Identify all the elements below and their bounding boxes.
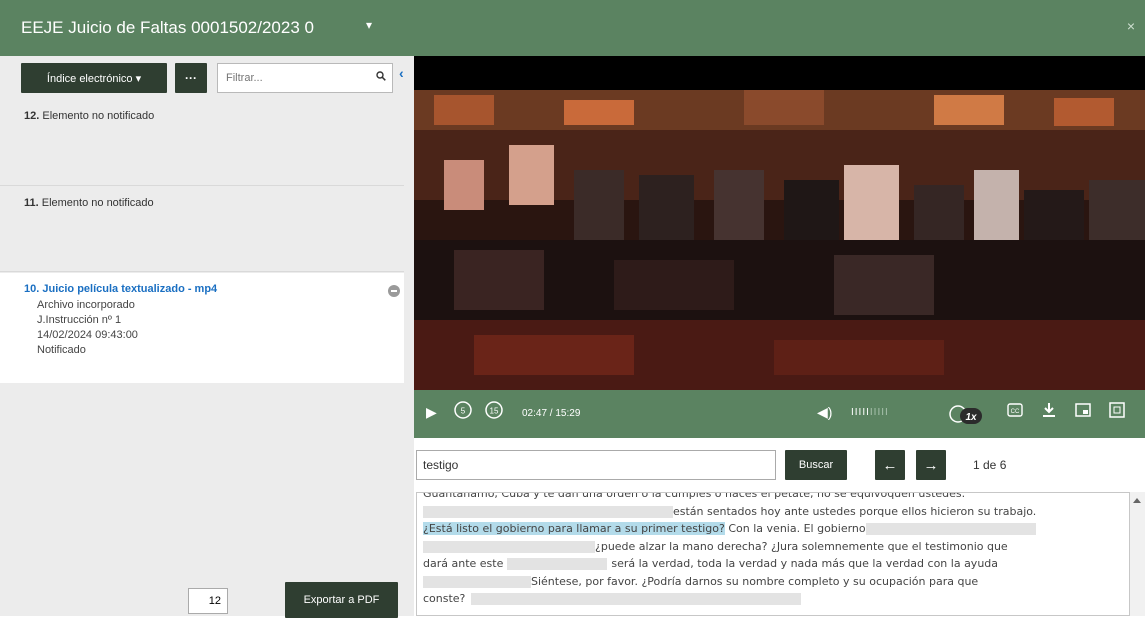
redacted-block <box>865 523 1036 535</box>
item-meta-line: 14/02/2024 09:43:00 <box>37 329 138 341</box>
redacted-block <box>507 558 608 570</box>
picture-in-picture-icon[interactable] <box>1075 402 1091 421</box>
video-frame <box>414 90 1145 390</box>
sidebar-toolbar: Índice electrónico ▾ ··· ‹ <box>0 56 414 100</box>
player-controls: ▶ 5 15 02:47 / 15:29 ◀) IIIIIIIIII 1x CC <box>414 390 1145 438</box>
transcript-segment: Siéntese, por favor. ¿Podría darnos su n… <box>531 574 979 588</box>
sidebar: Índice electrónico ▾ ··· ‹ 12. Elemento … <box>0 56 414 618</box>
transcript-segment: conste? <box>423 592 466 605</box>
item-label: Elemento no notificado <box>42 110 155 122</box>
search-icon[interactable] <box>376 71 386 81</box>
page-number-input[interactable]: 12 <box>188 588 228 614</box>
redacted-block <box>423 575 531 588</box>
transcript-line: Siéntese, por favor. ¿Podría darnos su n… <box>423 573 1129 591</box>
main-panel: ▶ 5 15 02:47 / 15:29 ◀) IIIIIIIIII 1x CC <box>414 56 1145 616</box>
playback-time: 02:47 / 15:29 <box>522 408 581 419</box>
list-item-selected[interactable]: 10. Juicio película textualizado - mp4 A… <box>0 273 404 383</box>
transcript-line: conste? <box>423 590 1129 608</box>
transcript-segment: será la verdad, toda la verdad y nada má… <box>611 557 999 570</box>
collapse-sidebar-icon[interactable]: ‹ <box>399 65 404 81</box>
transcript-search: Buscar ← → 1 de 6 <box>414 442 1145 492</box>
item-meta-line: Notificado <box>37 344 86 356</box>
search-field[interactable] <box>416 450 776 480</box>
transcript-line: están sentados hoy ante ustedes porque e… <box>423 503 1129 521</box>
transcript-segment: Con la venia. El gobierno <box>724 522 866 535</box>
transcript-line: dará ante este será la verdad, toda la ve… <box>423 555 1129 573</box>
previous-result-button[interactable]: ← <box>875 450 905 480</box>
next-result-button[interactable]: → <box>916 450 946 480</box>
window-titlebar: EEJE Juicio de Faltas 0001502/2023 0 ▾ × <box>0 0 1145 56</box>
result-count: 1 de 6 <box>973 458 1007 472</box>
rewind-icon[interactable]: 5 <box>452 399 474 424</box>
export-pdf-button[interactable]: Exportar a PDF <box>285 582 398 618</box>
redacted-block <box>471 593 802 605</box>
transcript-line: ¿Está listo el gobierno para llamar a su… <box>423 520 1129 538</box>
rewind-seconds: 5 <box>461 407 466 416</box>
item-meta: Archivo incorporado J.Instrucción nº 1 1… <box>24 298 404 358</box>
transcript-line: ¿puede alzar la mano derecha? ¿Jura sole… <box>423 538 1129 556</box>
item-number: 10. <box>24 283 40 295</box>
scroll-up-icon[interactable] <box>1133 498 1141 503</box>
forward-seconds: 15 <box>490 407 499 416</box>
volume-slider[interactable]: IIIIIIIIII <box>851 407 889 418</box>
remove-icon[interactable] <box>388 285 400 297</box>
video-player[interactable] <box>414 56 1145 390</box>
title-dropdown-icon[interactable]: ▾ <box>366 18 372 32</box>
svg-text:CC: CC <box>1011 409 1020 415</box>
volume-icon[interactable]: ◀) <box>817 404 832 421</box>
transcript-segment: están sentados hoy ante ustedes porque e… <box>673 504 1037 518</box>
transcript-scrollbar[interactable] <box>1130 492 1145 616</box>
item-number: 11. <box>24 197 39 209</box>
captions-icon[interactable]: CC <box>1007 402 1023 421</box>
item-link[interactable]: Juicio película textualizado - mp4 <box>42 283 217 295</box>
transcript-line: Guantánamo, Cuba y te dan una orden o la… <box>423 492 966 500</box>
fullscreen-icon[interactable] <box>1109 402 1125 421</box>
play-icon[interactable]: ▶ <box>426 404 437 421</box>
item-number: 12. <box>24 110 40 122</box>
electronic-index-button[interactable]: Índice electrónico ▾ <box>21 63 167 93</box>
forward-icon[interactable]: 15 <box>483 399 505 424</box>
search-input[interactable] <box>421 451 765 479</box>
item-label: Elemento no notificado <box>41 197 154 209</box>
download-icon[interactable] <box>1041 402 1057 421</box>
search-highlight: ¿Está listo el gobierno para llamar a su… <box>423 522 725 535</box>
window-title: EEJE Juicio de Faltas 0001502/2023 0 <box>21 18 314 37</box>
search-button[interactable]: Buscar <box>785 450 847 480</box>
more-button[interactable]: ··· <box>175 63 207 93</box>
speed-label: 1x <box>965 412 977 423</box>
close-icon[interactable]: × <box>1127 18 1135 34</box>
filter-input[interactable] <box>224 64 368 92</box>
transcript-segment: ¿puede alzar la mano derecha? ¿Jura sole… <box>595 539 1008 553</box>
transcript-segment: dará ante este <box>423 557 504 570</box>
transcript-text[interactable]: Guantánamo, Cuba y te dan una orden o la… <box>416 492 1130 616</box>
list-item[interactable]: 12. Elemento no notificado <box>0 100 404 186</box>
list-item[interactable]: 11. Elemento no notificado <box>0 187 404 272</box>
speed-icon[interactable]: 1x <box>944 400 986 431</box>
redacted-block <box>423 540 595 553</box>
item-meta-line: J.Instrucción nº 1 <box>37 314 122 326</box>
item-meta-line: Archivo incorporado <box>37 299 135 311</box>
redacted-block <box>423 505 673 518</box>
filter-field[interactable] <box>217 63 393 93</box>
